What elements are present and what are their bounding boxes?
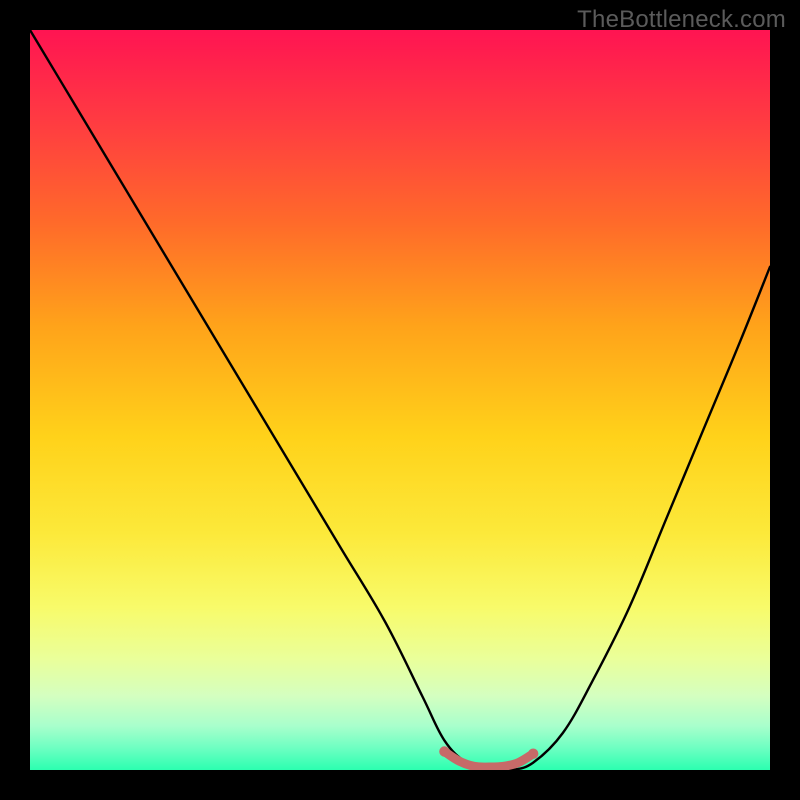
highlight-end-right (528, 749, 538, 759)
bottleneck-curve-path (30, 30, 770, 770)
highlight-end-left (439, 746, 449, 756)
curve-svg (30, 30, 770, 770)
chart-frame: TheBottleneck.com (0, 0, 800, 800)
bottom-highlight-path (444, 752, 533, 768)
plot-area (30, 30, 770, 770)
